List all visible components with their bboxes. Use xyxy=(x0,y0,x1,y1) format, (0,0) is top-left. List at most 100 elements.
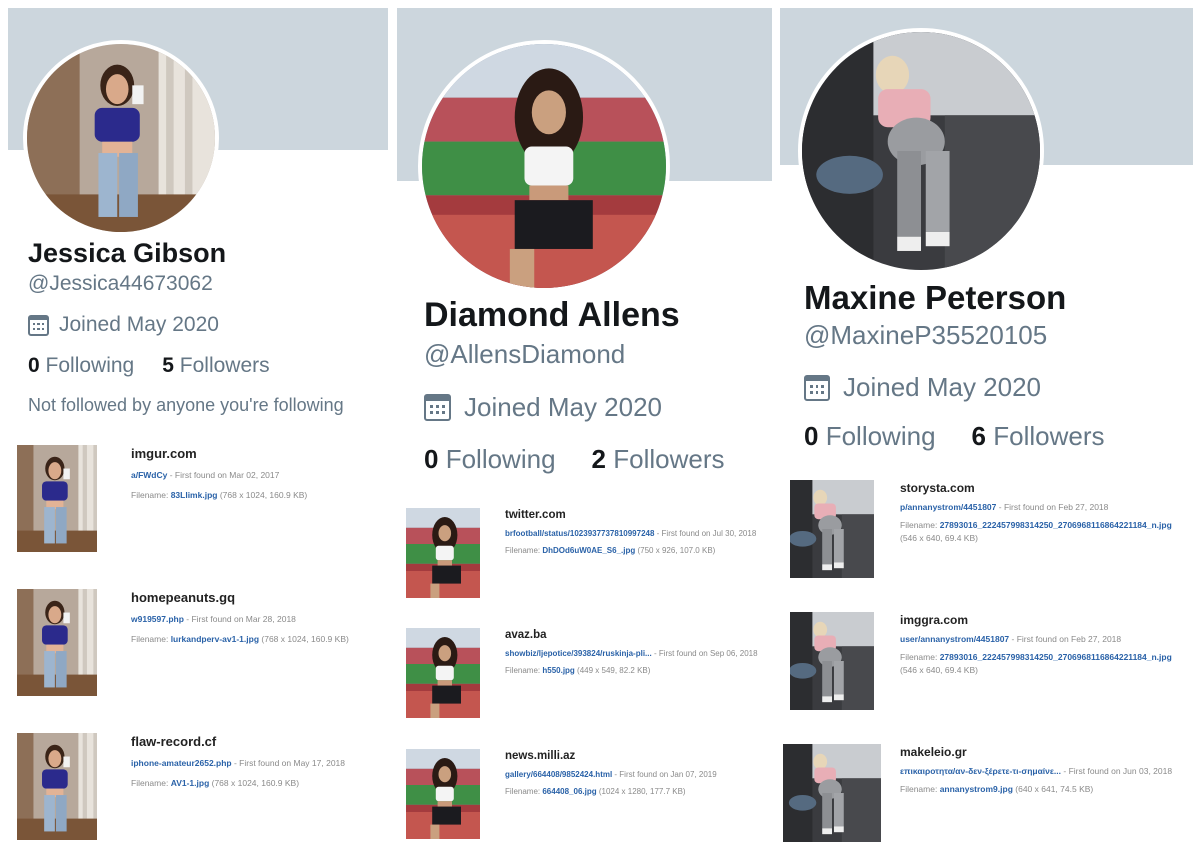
result-found: - First found on Feb 27, 2018 xyxy=(996,502,1109,512)
result-filename-link[interactable]: 27893016_222457998314250_270696811686422… xyxy=(940,652,1172,662)
result-filename-link[interactable]: lurkandperv-av1-1.jpg xyxy=(171,634,259,644)
profile-stats: 0 Following 5 Followers xyxy=(28,354,270,378)
search-result: storysta.com p/annanystrom/4451807 - Fir… xyxy=(780,480,1195,582)
following-link[interactable]: 0 Following xyxy=(804,421,936,451)
followers-link[interactable]: 2 Followers xyxy=(592,444,725,474)
result-path-link[interactable]: user/annanystrom/4451807 xyxy=(900,634,1009,644)
profile-avatar[interactable] xyxy=(23,40,219,236)
result-domain: makeleio.gr xyxy=(900,745,967,759)
filename-label: Filename: xyxy=(131,490,171,500)
result-path-link[interactable]: brfootball/status/1023937737810997248 xyxy=(505,529,654,538)
result-found: - First found on Jul 30, 2018 xyxy=(654,529,757,538)
following-label: Following xyxy=(825,421,936,451)
result-meta: (640 x 641, 74.5 KB) xyxy=(1012,784,1094,794)
followers-link[interactable]: 5 Followers xyxy=(162,354,269,377)
result-domain: avaz.ba xyxy=(505,629,547,641)
result-path-link[interactable]: επικαιροτητα/αν-δεν-ξέρετε-τι-σημαίνε... xyxy=(900,766,1061,776)
result-source-line: p/annanystrom/4451807 - First found on F… xyxy=(900,502,1108,512)
result-meta-line: (546 x 640, 69.4 KB) xyxy=(900,533,978,543)
result-thumbnail[interactable] xyxy=(406,628,480,718)
profile-avatar[interactable] xyxy=(418,40,670,292)
result-found: - First found on Mar 02, 2017 xyxy=(167,470,280,480)
result-path-link[interactable]: a/FWdCy xyxy=(131,470,167,480)
filename-label: Filename: xyxy=(900,784,940,794)
profile-joined: Joined May 2020 xyxy=(804,372,1041,403)
result-file-line: Filename: h550.jpg (449 x 549, 82.2 KB) xyxy=(505,666,650,675)
result-file-line: Filename: 27893016_222457998314250_27069… xyxy=(900,520,1172,530)
filename-label: Filename: xyxy=(505,787,543,796)
result-file-line: Filename: 83Llimk.jpg (768 x 1024, 160.9… xyxy=(131,490,307,500)
profile-handle[interactable]: @Jessica44673062 xyxy=(28,272,213,296)
joined-text: Joined May 2020 xyxy=(464,392,663,422)
result-domain: homepeanuts.gq xyxy=(131,590,236,605)
result-thumbnail[interactable] xyxy=(17,589,97,696)
profile-handle[interactable]: @MaxineP35520105 xyxy=(804,320,1047,351)
result-thumbnail[interactable] xyxy=(406,749,480,839)
result-source-line: user/annanystrom/4451807 - First found o… xyxy=(900,634,1121,644)
search-result: imgur.com a/FWdCy - First found on Mar 0… xyxy=(8,445,393,555)
result-filename-link[interactable]: 664408_06.jpg xyxy=(542,787,596,796)
result-filename-link[interactable]: annanystrom9.jpg xyxy=(940,784,1013,794)
result-thumbnail[interactable] xyxy=(17,445,97,552)
result-thumbnail[interactable] xyxy=(17,733,97,840)
following-link[interactable]: 0 Following xyxy=(424,444,556,474)
result-path-link[interactable]: p/annanystrom/4451807 xyxy=(900,502,996,512)
following-count: 0 xyxy=(804,421,819,451)
profile-name: Jessica Gibson xyxy=(28,238,227,268)
profile-column-2: Diamond Allens @AllensDiamond Joined May… xyxy=(397,0,777,858)
followers-count: 6 xyxy=(971,421,986,451)
profile-column-3: Maxine Peterson @MaxineP35520105 Joined … xyxy=(780,0,1200,858)
filename-label: Filename: xyxy=(505,666,543,675)
result-source-line: a/FWdCy - First found on Mar 02, 2017 xyxy=(131,470,279,480)
filename-label: Filename: xyxy=(900,652,940,662)
result-filename-link[interactable]: 83Llimk.jpg xyxy=(171,490,218,500)
result-found: - First found on Feb 27, 2018 xyxy=(1009,634,1122,644)
result-source-line: showbiz/ljepotice/393824/ruskinja-pli...… xyxy=(505,649,758,658)
result-domain: storysta.com xyxy=(900,481,975,495)
result-file-line: Filename: annanystrom9.jpg (640 x 641, 7… xyxy=(900,784,1093,794)
followers-count: 2 xyxy=(591,444,606,474)
profile-joined: Joined May 2020 xyxy=(424,392,662,423)
profile-avatar[interactable] xyxy=(798,28,1044,274)
result-thumbnail[interactable] xyxy=(790,612,874,710)
result-filename-link[interactable]: AV1-1.jpg xyxy=(171,778,210,788)
result-source-line: gallery/664408/9852424.html - First foun… xyxy=(505,770,717,779)
search-result: flaw-record.cf iphone-amateur2652.php - … xyxy=(8,733,393,843)
calendar-icon xyxy=(28,314,49,336)
search-result: news.milli.az gallery/664408/9852424.htm… xyxy=(397,749,777,844)
result-path-link[interactable]: w919597.php xyxy=(131,614,184,624)
result-meta: (768 x 1024, 160.9 KB) xyxy=(209,778,300,788)
result-found: - First found on May 17, 2018 xyxy=(231,758,346,768)
result-filename-link[interactable]: 27893016_222457998314250_270696811686422… xyxy=(940,520,1172,530)
result-filename-link[interactable]: DhDOd6uW0AE_S6_.jpg xyxy=(542,546,635,555)
result-path-link[interactable]: gallery/664408/9852424.html xyxy=(505,770,612,779)
search-result: makeleio.gr επικαιροτητα/αν-δεν-ξέρετε-τ… xyxy=(780,744,1195,846)
result-filename-link[interactable]: h550.jpg xyxy=(542,666,574,675)
profile-handle[interactable]: @AllensDiamond xyxy=(424,339,625,370)
following-count: 0 xyxy=(424,444,439,474)
result-thumbnail[interactable] xyxy=(783,744,881,842)
following-link[interactable]: 0 Following xyxy=(28,354,134,377)
result-source-line: iphone-amateur2652.php - First found on … xyxy=(131,758,345,768)
result-meta: (750 x 926, 107.0 KB) xyxy=(635,546,716,555)
followers-link[interactable]: 6 Followers xyxy=(972,421,1105,451)
result-domain: flaw-record.cf xyxy=(131,734,217,749)
result-path-link[interactable]: iphone-amateur2652.php xyxy=(131,758,232,768)
search-result: imggra.com user/annanystrom/4451807 - Fi… xyxy=(780,612,1195,714)
result-thumbnail[interactable] xyxy=(790,480,874,578)
result-found: - First found on Mar 28, 2018 xyxy=(183,614,296,624)
followers-label: Followers xyxy=(613,444,725,474)
result-path-link[interactable]: showbiz/ljepotice/393824/ruskinja-pli... xyxy=(505,649,652,658)
following-label: Following xyxy=(445,444,556,474)
result-domain: twitter.com xyxy=(505,509,566,521)
search-result: avaz.ba showbiz/ljepotice/393824/ruskinj… xyxy=(397,628,777,723)
result-file-line: Filename: DhDOd6uW0AE_S6_.jpg (750 x 926… xyxy=(505,546,715,555)
calendar-icon xyxy=(804,374,830,401)
result-domain: news.milli.az xyxy=(505,750,576,762)
followers-label: Followers xyxy=(993,421,1105,451)
joined-text: Joined May 2020 xyxy=(59,313,219,336)
result-file-line: Filename: 664408_06.jpg (1024 x 1280, 17… xyxy=(505,787,686,796)
result-meta: (1024 x 1280, 177.7 KB) xyxy=(596,787,686,796)
result-source-line: w919597.php - First found on Mar 28, 201… xyxy=(131,614,296,624)
result-thumbnail[interactable] xyxy=(406,508,480,598)
